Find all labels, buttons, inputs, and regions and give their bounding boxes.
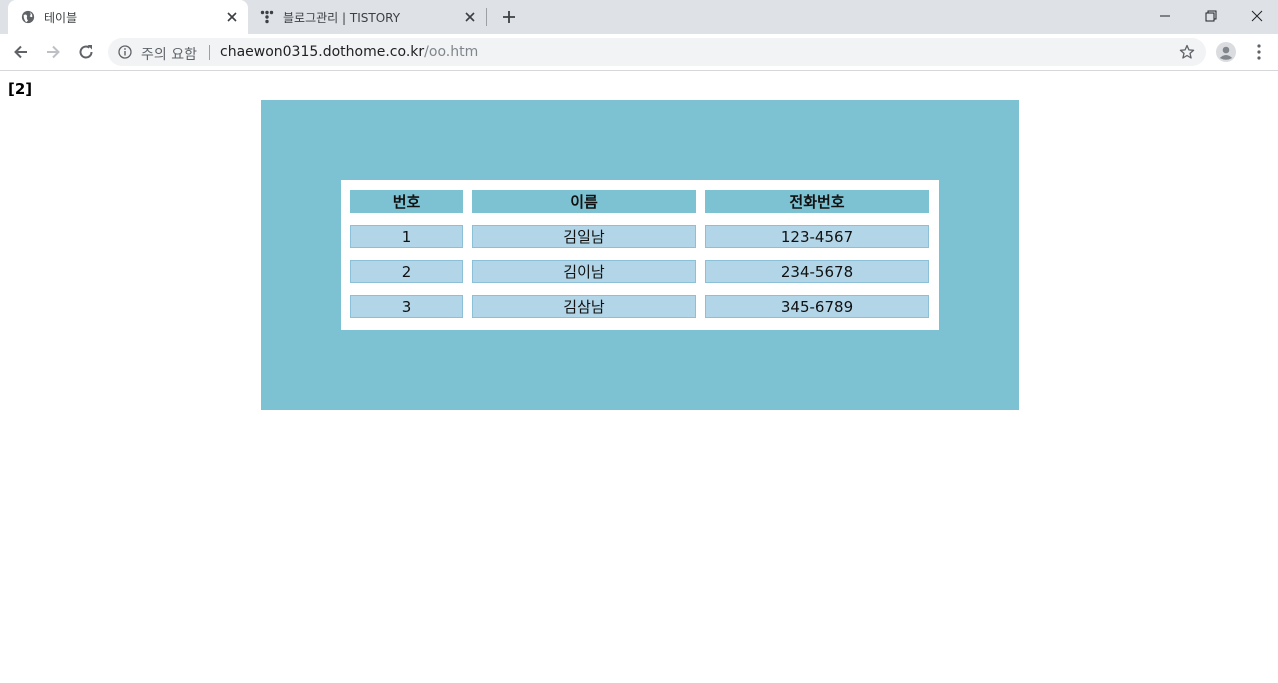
info-icon[interactable]	[118, 45, 132, 59]
tab-separator	[486, 8, 487, 26]
profile-avatar-icon[interactable]	[1216, 42, 1236, 62]
table-cell: 김일남	[472, 225, 696, 248]
restore-icon[interactable]	[1201, 6, 1221, 26]
minimize-icon[interactable]	[1155, 6, 1175, 26]
page-heading: [2]	[8, 80, 33, 98]
forward-icon[interactable]	[43, 42, 63, 62]
table-header-cell: 전화번호	[705, 190, 929, 213]
url-path: /oo.htm	[424, 44, 479, 60]
globe-icon	[21, 10, 35, 24]
browser-toolbar: 주의 요함 chaewon0315.dothome.co.kr/oo.htm	[0, 34, 1278, 71]
table-header-cell: 번호	[350, 190, 463, 213]
back-icon[interactable]	[11, 42, 31, 62]
bookmark-star-icon[interactable]	[1179, 44, 1195, 60]
url-text[interactable]: chaewon0315.dothome.co.kr/oo.htm	[220, 44, 478, 60]
reload-icon[interactable]	[76, 42, 96, 62]
new-tab-icon[interactable]	[500, 8, 518, 26]
table-cell: 김삼남	[472, 295, 696, 318]
tab-title: 블로그관리 | TISTORY	[283, 11, 401, 25]
table-header-cell: 이름	[472, 190, 696, 213]
table-cell: 김이남	[472, 260, 696, 283]
table-cell: 3	[350, 295, 463, 318]
security-status[interactable]: 주의 요함	[141, 44, 197, 64]
url-host: chaewon0315.dothome.co.kr	[220, 44, 425, 60]
close-window-icon[interactable]	[1247, 6, 1267, 26]
outer-container: 번호 이름 전화번호 1 김일남 123-4567 2 김이남 234-5678…	[261, 100, 1019, 410]
address-bar[interactable]: 주의 요함 chaewon0315.dothome.co.kr/oo.htm	[108, 38, 1206, 66]
tab-strip: 테이블 블로그관리 | TISTORY	[0, 0, 1278, 34]
data-table: 번호 이름 전화번호 1 김일남 123-4567 2 김이남 234-5678…	[341, 180, 939, 330]
address-separator	[209, 45, 210, 60]
table-cell: 1	[350, 225, 463, 248]
tab-active[interactable]: 테이블	[8, 0, 248, 34]
table-cell: 345-6789	[705, 295, 929, 318]
tab-inactive[interactable]: 블로그관리 | TISTORY	[248, 0, 486, 34]
tab-title: 테이블	[44, 11, 78, 25]
table-cell: 123-4567	[705, 225, 929, 248]
table-cell: 2	[350, 260, 463, 283]
more-menu-icon[interactable]	[1249, 42, 1269, 62]
table-cell: 234-5678	[705, 260, 929, 283]
tistory-icon	[260, 10, 274, 24]
close-tab-icon[interactable]	[463, 10, 477, 24]
close-tab-icon[interactable]	[225, 10, 239, 24]
